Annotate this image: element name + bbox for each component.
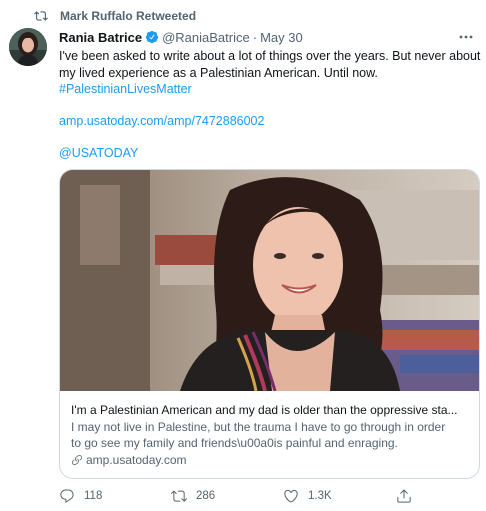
reply-count: 118 xyxy=(84,490,103,502)
heart-icon xyxy=(284,489,298,503)
retweet-count: 286 xyxy=(196,490,216,502)
tweet-text-line: I've been asked to write about a lot of … xyxy=(59,49,481,63)
author-handle[interactable]: @RaniaBatrice xyxy=(162,30,250,45)
retweet-banner-label: Mark Ruffalo Retweeted xyxy=(60,9,197,23)
card-domain[interactable]: amp.usatoday.com xyxy=(71,452,473,468)
retweet-icon xyxy=(34,11,48,21)
tweet-text-line: my lived experience as a Palestinian Ame… xyxy=(59,65,378,80)
avatar-image xyxy=(9,28,47,66)
author-name[interactable]: Rania Batrice xyxy=(59,30,142,45)
tweet-actions: 118 286 1.3K xyxy=(59,487,419,505)
header-separator: · xyxy=(252,29,258,45)
url-link[interactable]: amp.usatoday.com/amp/7472886002 xyxy=(59,113,484,130)
like-count: 1.3K xyxy=(308,490,332,502)
tweet-header: Rania Batrice @RaniaBatrice · May 30 xyxy=(59,28,303,46)
link-icon xyxy=(72,455,82,466)
card-text: I'm a Palestinian American and my dad is… xyxy=(71,402,473,468)
retweet-button[interactable]: 286 xyxy=(171,487,215,505)
avatar[interactable] xyxy=(9,28,47,66)
link-card[interactable]: I'm a Palestinian American and my dad is… xyxy=(59,169,480,479)
reply-icon xyxy=(60,489,74,503)
hashtag-link[interactable]: #PalestinianLivesMatter xyxy=(59,81,484,98)
share-button[interactable] xyxy=(396,487,421,505)
card-description-line: I may not live in Palestine, but the tra… xyxy=(71,420,446,434)
like-button[interactable]: 1.3K xyxy=(283,487,332,505)
card-description: I may not live in Palestine, but the tra… xyxy=(71,419,473,451)
reply-button[interactable]: 118 xyxy=(59,487,102,505)
share-icon xyxy=(397,489,411,503)
card-title[interactable]: I'm a Palestinian American and my dad is… xyxy=(71,402,473,418)
more-options-icon[interactable] xyxy=(458,32,474,42)
card-description-line: to go see my family and friends\u00a0is … xyxy=(71,436,398,450)
tweet-date[interactable]: May 30 xyxy=(260,30,303,45)
card-image xyxy=(60,170,479,391)
card-domain-label: amp.usatoday.com xyxy=(86,453,187,467)
mention-link[interactable]: @USATODAY xyxy=(59,145,484,162)
tweet-text: I've been asked to write about a lot of … xyxy=(59,48,484,162)
verified-badge-icon xyxy=(145,30,159,44)
retweet-icon xyxy=(171,490,187,502)
